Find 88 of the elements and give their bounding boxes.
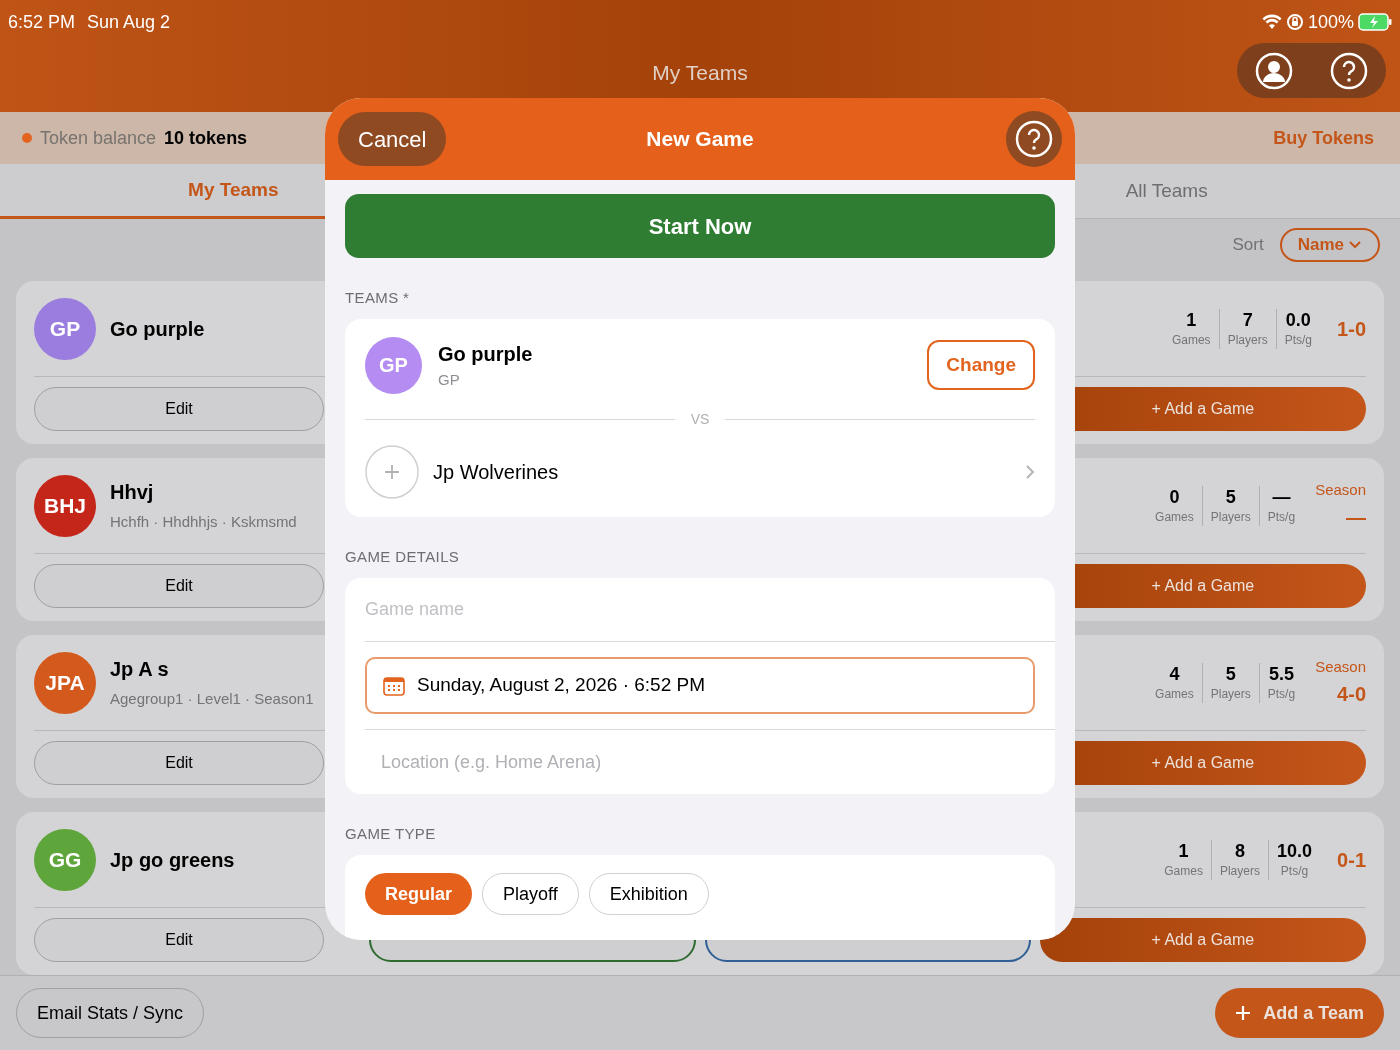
team-avatar: JPA — [34, 651, 96, 714]
vs-label: VS — [690, 409, 710, 429]
season-label: Season — [1315, 480, 1366, 501]
stat-label: Games — [1155, 508, 1194, 526]
date-time-value: Sunday, August 2, 2026 · 6:52 PM — [417, 673, 705, 698]
sort-dropdown[interactable]: Name — [1279, 228, 1380, 262]
location-input[interactable]: Location (e.g. Home Arena) — [381, 748, 1035, 776]
stat-value: 10.0 — [1276, 839, 1312, 862]
game-type-chip[interactable]: Regular — [365, 873, 473, 915]
token-label: Token balance — [40, 126, 157, 150]
stat-value: 4 — [1169, 662, 1180, 685]
section-label: GAME TYPE — [345, 825, 436, 843]
stat-label: Pts/g — [1267, 508, 1296, 526]
edit-button[interactable]: Edit — [34, 741, 324, 785]
team-record: 4-0 — [1337, 681, 1366, 707]
stat-label: Players — [1210, 508, 1251, 526]
add-team-button[interactable]: Add a Team — [1215, 988, 1384, 1038]
opponent-row[interactable]: Jp Wolverines — [365, 427, 1035, 517]
team-abbreviation: GP — [438, 369, 461, 390]
date-time-field[interactable]: Sunday, August 2, 2026 · 6:52 PM — [365, 657, 1035, 714]
edit-button[interactable]: Edit — [34, 918, 324, 962]
team-name: Go purple — [438, 341, 534, 367]
opponent-name: Jp Wolverines — [433, 460, 560, 485]
help-icon[interactable] — [1329, 51, 1368, 90]
chevron-right-icon — [1025, 464, 1035, 480]
team-name: Go purple — [110, 316, 205, 342]
wifi-icon — [1261, 14, 1282, 30]
section-label: TEAMS * — [345, 289, 410, 307]
stat-label: Pts/g — [1267, 685, 1296, 703]
edit-button[interactable]: Edit — [34, 387, 324, 431]
stat-label: Pts/g — [1280, 862, 1309, 880]
team-record: — — [1346, 504, 1366, 530]
game-type-chip[interactable]: Exhibition — [588, 873, 709, 915]
team-avatar: BHJ — [34, 474, 96, 537]
stat-value: 0.0 — [1285, 308, 1311, 331]
team-name: Hhvj — [110, 480, 155, 506]
team-name: Jp go greens — [110, 847, 235, 873]
season-label: Season — [1315, 657, 1366, 678]
dialog-title: New Game — [646, 126, 754, 153]
stat-label: Games — [1171, 331, 1211, 349]
battery-icon — [1358, 13, 1392, 31]
stat-value: 5 — [1225, 662, 1236, 685]
help-button[interactable] — [1006, 111, 1062, 167]
team-details: Hchfh · Hhdhhjs · Kskmsmd — [110, 512, 297, 533]
calendar-icon — [383, 675, 405, 696]
game-name-field[interactable]: Game name — [365, 578, 1055, 642]
change-button[interactable]: Change — [927, 340, 1035, 390]
cancel-button[interactable]: Cancel — [338, 112, 447, 166]
stat-value: 8 — [1234, 839, 1245, 862]
team-avatar: GP — [365, 336, 422, 394]
battery-percent: 100% — [1307, 10, 1354, 34]
plus-icon — [1235, 1005, 1252, 1021]
rotation-lock-icon — [1285, 13, 1304, 31]
team-record: 1-0 — [1337, 316, 1366, 342]
stat-value: 1 — [1186, 308, 1197, 331]
stat-label: Games — [1164, 862, 1203, 880]
token-count: 10 tokens — [164, 126, 248, 150]
section-label: GAME DETAILS — [345, 548, 460, 566]
team-record: 0-1 — [1337, 847, 1366, 873]
chevron-down-icon — [1348, 240, 1362, 250]
sort-label: Sort — [1232, 234, 1264, 257]
game-type-chip[interactable]: Playoff — [482, 873, 579, 915]
status-date: Sun Aug 2 — [87, 10, 171, 34]
stat-value: 5 — [1225, 485, 1236, 508]
start-now-button[interactable]: Start Now — [345, 194, 1055, 258]
stat-label: Players — [1219, 862, 1260, 880]
status-time: 6:52 PM — [8, 10, 76, 34]
email-stats-button[interactable]: Email Stats / Sync — [16, 988, 205, 1038]
screen-title: My Teams — [652, 60, 748, 86]
add-game-button[interactable]: + Add a Game — [1039, 918, 1366, 962]
team-avatar: GP — [34, 297, 96, 360]
profile-icon[interactable] — [1255, 51, 1294, 90]
stat-label: Games — [1155, 685, 1194, 703]
stat-value: — — [1272, 485, 1291, 508]
stat-label: Players — [1227, 331, 1268, 349]
stat-label: Players — [1210, 685, 1251, 703]
stat-value: 1 — [1178, 839, 1189, 862]
team-name: Jp A s — [110, 657, 170, 683]
status-dot-icon — [22, 133, 32, 143]
stat-value: 0 — [1169, 485, 1180, 508]
team-details: Agegroup1 · Level1 · Season1 — [110, 689, 314, 710]
help-icon — [1015, 120, 1053, 158]
stat-value: 7 — [1242, 308, 1253, 331]
team-avatar: GG — [34, 828, 96, 891]
stat-value: 5.5 — [1268, 662, 1294, 685]
edit-button[interactable]: Edit — [34, 564, 324, 608]
add-circle-icon — [365, 445, 419, 499]
stat-label: Pts/g — [1284, 331, 1312, 349]
